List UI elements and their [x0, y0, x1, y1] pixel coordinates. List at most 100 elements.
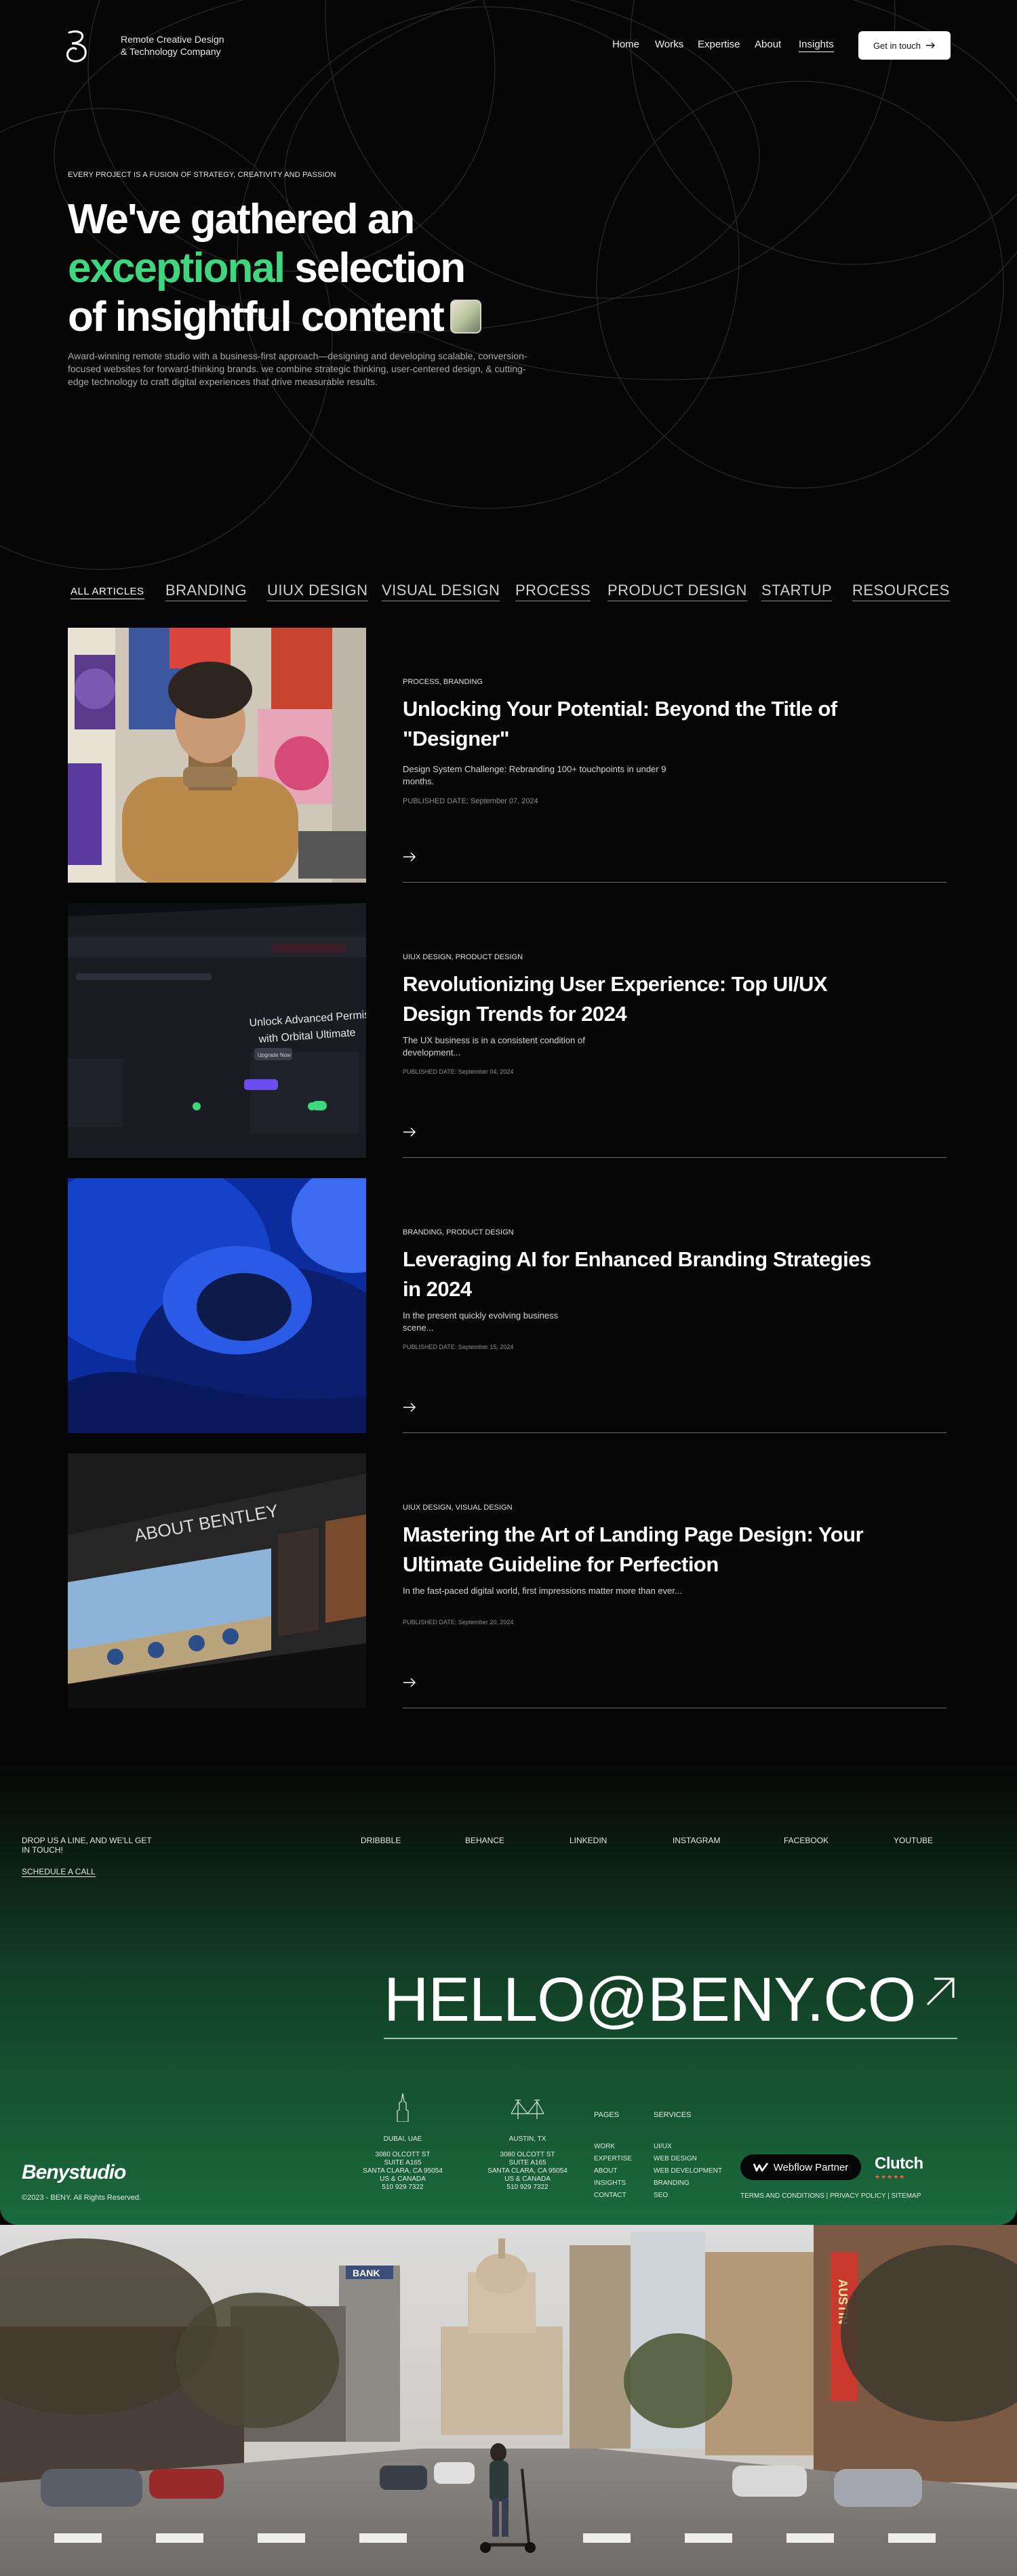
article-body: UIUX DESIGN, PRODUCT DESIGN Revolutioniz… [403, 903, 946, 1158]
webflow-label: Webflow Partner [773, 2161, 849, 2173]
social-link-dribbble[interactable]: DRIBBBLE [361, 1836, 401, 1845]
filter-tab-startup[interactable]: STARTUP [761, 582, 833, 601]
social-link-facebook[interactable]: FACEBOOK [784, 1836, 829, 1845]
footer-pages-column: PAGES WORK EXPERTISE ABOUT INSIGHTS CONT… [594, 2111, 632, 2202]
article-card[interactable]: PROCESS, BRANDING Unlocking Your Potenti… [68, 628, 946, 883]
nav-works[interactable]: Works [655, 39, 683, 50]
article-excerpt: The UX business is in a consistent condi… [403, 1035, 585, 1058]
bridge-icon [511, 2099, 544, 2119]
footer-link-web-development[interactable]: WEB DEVELOPMENT [654, 2165, 722, 2177]
footer-link-seo[interactable]: SEO [654, 2190, 722, 2202]
tagline-line-2: & Technology Company [121, 46, 221, 57]
article-card[interactable]: BRANDING, PRODUCT DESIGN Leveraging AI f… [68, 1178, 946, 1433]
site-header: Remote Creative Design & Technology Comp… [0, 0, 1017, 95]
hero-eyebrow: EVERY PROJECT IS A FUSION OF STRATEGY, C… [68, 171, 336, 179]
contact-email: HELLO@BENY.CO [384, 1965, 916, 2034]
phone-number[interactable]: 510 929 7322 [335, 2183, 471, 2192]
pages-heading: PAGES [594, 2111, 620, 2119]
services-heading: SERVICES [654, 2111, 692, 2119]
nav-expertise[interactable]: Expertise [698, 39, 740, 50]
filter-tab-branding[interactable]: BRANDING [165, 582, 247, 601]
tagline-line-1: Remote Creative Design [121, 34, 224, 45]
webflow-partner-badge[interactable]: Webflow Partner [740, 2154, 861, 2180]
contact-email-link[interactable]: HELLO@BENY.CO [384, 1965, 958, 2039]
article-date: PUBLISHED DATE: September 20, 2024 [403, 1619, 514, 1626]
clutch-label: Clutch [875, 2154, 923, 2173]
office-city: DUBAI, UAE [383, 2135, 422, 2143]
footer-link-contact[interactable]: CONTACT [594, 2190, 632, 2202]
footer-link-web-design[interactable]: WEB DESIGN [654, 2153, 722, 2165]
social-link-behance[interactable]: BEHANCE [465, 1836, 504, 1845]
article-excerpt: In the present quickly evolving business… [403, 1310, 559, 1333]
filter-tab-visual-design[interactable]: VISUAL DESIGN [382, 582, 500, 601]
social-link-instagram[interactable]: INSTAGRAM [673, 1836, 720, 1845]
article-body: UIUX DESIGN, VISUAL DESIGN Mastering the… [403, 1453, 946, 1708]
footer-logo[interactable]: Benystudio [22, 2161, 126, 2184]
cta-label: Get in touch [873, 40, 921, 51]
address-line: 3080 OLCOTT ST [500, 2151, 555, 2158]
read-more-arrow-icon[interactable] [403, 1127, 416, 1138]
footer-link-about[interactable]: ABOUT [594, 2165, 632, 2177]
arrow-up-right-icon [927, 1977, 955, 2006]
footer-link-insights[interactable]: INSIGHTS [594, 2177, 632, 2190]
article-title[interactable]: Revolutionizing User Experience: Top UI/… [403, 969, 877, 1029]
nav-about[interactable]: About [755, 39, 781, 50]
filter-tab-resources[interactable]: RESOURCES [852, 582, 950, 601]
austin-street-photo: BANK AUSTIN [0, 2225, 1017, 2576]
article-image-portrait[interactable] [68, 628, 366, 883]
office-address: 3080 OLCOTT ST SUITE A165 SANTA CLARA, C… [335, 2151, 471, 2192]
phone-number[interactable]: 510 929 7322 [460, 2183, 595, 2192]
schedule-call-link[interactable]: SCHEDULE A CALL [22, 1867, 96, 1877]
social-link-linkedin[interactable]: LINKEDIN [570, 1836, 607, 1845]
beny-logo-icon[interactable] [62, 28, 91, 64]
hero-title-line-1: We've gathered an [68, 196, 415, 243]
article-excerpt: Design System Challenge: Rebranding 100+… [403, 764, 666, 786]
social-link-youtube[interactable]: YOUTUBE [894, 1836, 933, 1845]
footer-link-work[interactable]: WORK [594, 2141, 632, 2153]
address-line: SANTA CLARA, CA 95054 [363, 2167, 443, 2175]
read-more-arrow-icon[interactable] [403, 851, 416, 862]
article-title[interactable]: Mastering the Art of Landing Page Design… [403, 1520, 877, 1579]
article-image-abstract-blue[interactable] [68, 1178, 366, 1433]
hero-title-line-3: of insightful content [68, 294, 445, 340]
article-categories: BRANDING, PRODUCT DESIGN [403, 1228, 514, 1236]
main-card: Remote Creative Design & Technology Comp… [0, 0, 1017, 2225]
brand-tagline: Remote Creative Design & Technology Comp… [121, 33, 256, 58]
bentley-landing-illustration: ABOUT BENTLEY [68, 1453, 366, 1708]
footer-link-uiux[interactable]: UI/UX [654, 2141, 722, 2153]
hero-description: Award-winning remote studio with a busin… [68, 350, 527, 387]
terms-link[interactable]: TERMS AND CONDITIONS [740, 2192, 824, 2200]
article-title[interactable]: Leveraging AI for Enhanced Branding Stra… [403, 1245, 877, 1304]
read-more-arrow-icon[interactable] [403, 1402, 416, 1413]
article-title[interactable]: Unlocking Your Potential: Beyond the Tit… [403, 694, 877, 754]
footer-link-branding[interactable]: BRANDING [654, 2177, 722, 2190]
site-footer: DROP US A LINE, AND WE'LL GET IN TOUCH! … [0, 1763, 1017, 2225]
address-line: SUITE A165 [509, 2159, 546, 2167]
hero-title-line-2: exceptional selection [68, 244, 481, 293]
clutch-stars: ★★★★★ [875, 2173, 906, 2180]
filter-tab-all-articles[interactable]: ALL ARTICLES [71, 586, 144, 599]
privacy-link[interactable]: PRIVACY POLICY [830, 2192, 885, 2200]
filter-tab-process[interactable]: PROCESS [515, 582, 591, 601]
webflow-icon [753, 2162, 768, 2172]
article-image-dashboard[interactable]: Unlock Advanced Permissions with Orbital… [68, 903, 366, 1158]
nav-insights[interactable]: Insights [799, 39, 834, 52]
article-card[interactable]: Unlock Advanced Permissions with Orbital… [68, 903, 946, 1158]
sitemap-link[interactable]: SITEMAP [891, 2192, 921, 2200]
footer-link-expertise[interactable]: EXPERTISE [594, 2153, 632, 2165]
nav-home[interactable]: Home [612, 39, 639, 50]
hero-title-accent: exceptional [68, 245, 285, 291]
article-card[interactable]: ABOUT BENTLEY UIUX DESIGN, VISUAL DESIGN… [68, 1453, 946, 1708]
office-address: 3080 OLCOTT ST SUITE A165 SANTA CLARA, C… [460, 2151, 595, 2192]
clutch-badge[interactable]: Clutch ★★★★★ [875, 2154, 923, 2181]
address-line: US & CANADA [504, 2175, 551, 2183]
filter-tab-uiux-design[interactable]: UIUX DESIGN [267, 582, 368, 601]
get-in-touch-button[interactable]: Get in touch [858, 31, 951, 60]
article-image-bentley-page[interactable]: ABOUT BENTLEY [68, 1453, 366, 1708]
category-filter-tabs: ALL ARTICLES BRANDING UIUX DESIGN VISUAL… [68, 582, 950, 601]
hero-thumbnail-image [450, 300, 481, 334]
read-more-arrow-icon[interactable] [403, 1677, 416, 1688]
article-date: PUBLISHED DATE: September 15, 2024 [403, 1344, 514, 1350]
filter-tab-product-design[interactable]: PRODUCT DESIGN [607, 582, 747, 601]
address-line: 3080 OLCOTT ST [375, 2151, 431, 2158]
